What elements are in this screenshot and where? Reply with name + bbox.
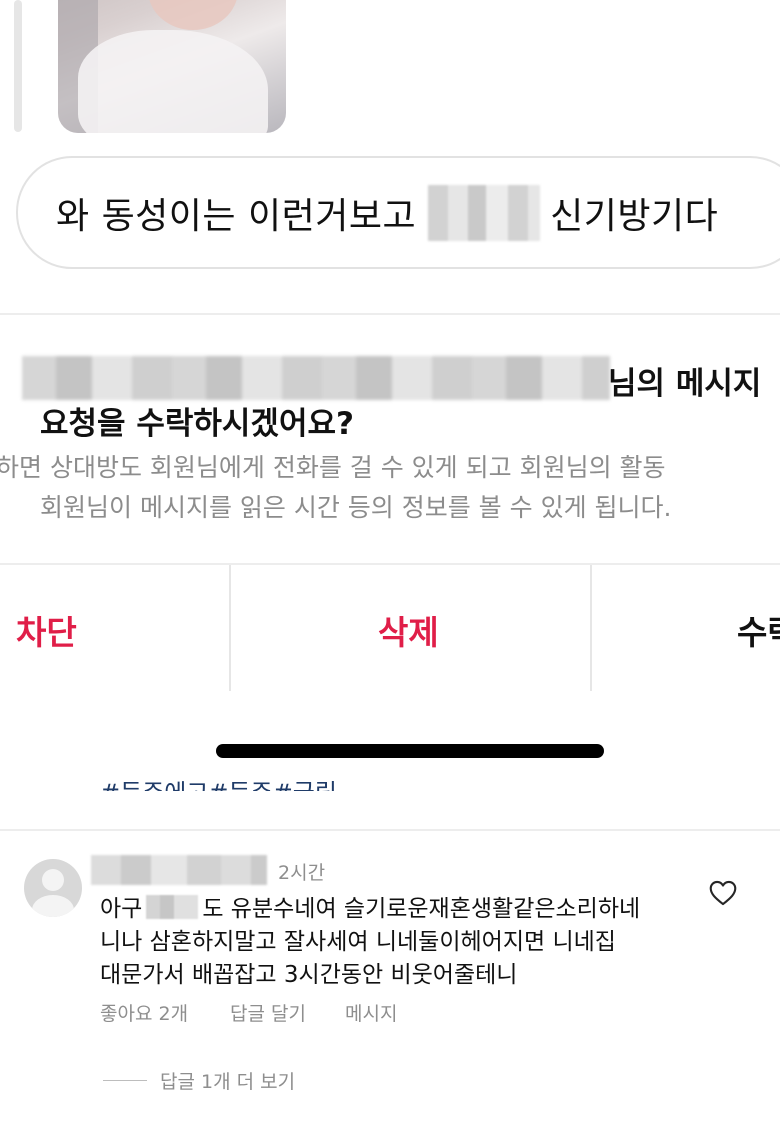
- comment-line1-after: 도 유분수네여 슬기로운재혼생활같은소리하네: [202, 896, 641, 922]
- request-title: 요청을 수락하시겠어요?: [40, 406, 354, 442]
- post-hashtags-text: #등주에고#등주#국립: [100, 779, 337, 791]
- divider: [0, 829, 780, 831]
- message-text: 와 동성이는 이런거보고 신기방기다: [56, 185, 718, 241]
- thread-line: [14, 0, 22, 132]
- comment-line2: 니나 삼혼하지말고 잘사세여 니네둘이헤어지면 니네집: [100, 929, 616, 955]
- request-description-line1: 하면 상대방도 회원님에게 전화를 걸 수 있게 되고 회원님의 활동: [0, 453, 666, 482]
- delete-button[interactable]: 삭제: [378, 606, 439, 654]
- home-indicator: [216, 744, 604, 758]
- blurred-username: [22, 356, 610, 400]
- action-separator: [590, 565, 592, 691]
- comment-text: 아구 도 유분수네여 슬기로운재혼생활같은소리하네 니나 삼혼하지말고 잘사세여 …: [100, 893, 640, 992]
- comment-line3: 대문가서 배꼽잡고 3시간동안 비웃어줄테니: [100, 962, 518, 988]
- reply-button[interactable]: 답글 달기: [230, 999, 306, 1026]
- screen: 와 동성이는 이런거보고 신기방기다 님의 메시지 요청을 수락하시겠어요? 하면…: [0, 0, 780, 1121]
- message-button[interactable]: 메시지: [345, 999, 397, 1026]
- view-more-replies-button[interactable]: 답글 1개 더 보기: [160, 1067, 295, 1094]
- request-description-line2: 회원님이 메시지를 읽은 시간 등의 정보를 볼 수 있게 됩니다.: [40, 493, 672, 522]
- action-separator: [229, 565, 231, 691]
- request-description: 하면 상대방도 회원님에게 전화를 걸 수 있게 되고 회원님의 활동 회원님이…: [0, 448, 780, 528]
- request-title-suffix: 님의 메시지: [608, 366, 762, 402]
- replies-line: [103, 1080, 147, 1081]
- comment-likes[interactable]: 좋아요 2개: [100, 999, 188, 1026]
- comment-line1-before: 아구: [100, 896, 143, 922]
- message-text-after: 신기방기다: [550, 196, 719, 237]
- comment-time: 2시간: [278, 862, 326, 884]
- actions-divider: [0, 563, 780, 565]
- comment-line1: 아구 도 유분수네여 슬기로운재혼생활같은소리하네: [100, 893, 640, 926]
- shared-photo[interactable]: [58, 0, 286, 133]
- block-button[interactable]: 차단: [16, 606, 77, 654]
- blurred-commenter-name[interactable]: [91, 855, 267, 885]
- blurred-word: [146, 895, 199, 919]
- heart-outline-icon[interactable]: [709, 880, 737, 906]
- post-hashtags[interactable]: #등주에고#등주#국립: [100, 763, 337, 791]
- message-text-before: 와 동성이는 이런거보고: [56, 196, 417, 237]
- accept-button[interactable]: 수락: [737, 606, 780, 654]
- request-title-row: 님의 메시지: [22, 356, 780, 402]
- divider: [0, 313, 780, 315]
- default-avatar-icon[interactable]: [24, 859, 82, 917]
- blurred-word: [428, 185, 541, 241]
